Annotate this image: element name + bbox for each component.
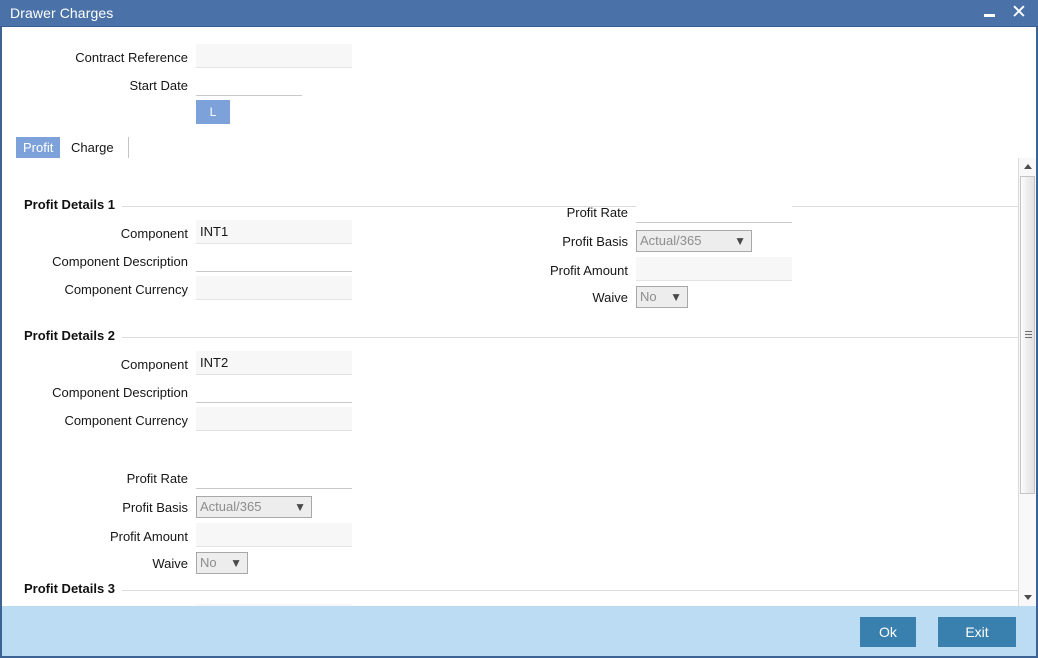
close-icon: ✕ <box>1011 2 1027 23</box>
g1-component-currency-label: Component Currency <box>64 282 188 297</box>
section-rule <box>122 328 1018 338</box>
g2-waive-select[interactable]: No ▼ <box>196 552 248 574</box>
start-date-input[interactable] <box>196 72 302 96</box>
chevron-down-icon: ▼ <box>734 234 746 248</box>
triangle-down-icon <box>1024 595 1032 600</box>
contract-reference-label: Contract Reference <box>75 50 188 65</box>
vertical-scrollbar[interactable] <box>1018 158 1036 606</box>
footer-bar: Ok Exit <box>2 606 1036 656</box>
g1-component-description-label: Component Description <box>52 254 188 269</box>
section-header-profit-details-2: Profit Details 2 <box>24 328 1018 346</box>
g2-waive-label: Waive <box>152 556 188 571</box>
g1-component-label: Component <box>120 226 188 241</box>
g1-profit-basis-value: Actual/365 <box>640 233 702 248</box>
calendar-icon-button[interactable]: L <box>196 100 230 124</box>
g2-waive-value: No <box>200 555 217 570</box>
g1-component-description-input[interactable] <box>196 248 352 272</box>
g1-profit-basis-label: Profit Basis <box>562 234 628 249</box>
tab-charge[interactable]: Charge <box>63 137 121 158</box>
scroll-down-arrow-icon[interactable] <box>1019 589 1036 606</box>
g1-profit-rate-input[interactable] <box>636 199 792 223</box>
window-titlebar: Drawer Charges ✕ <box>0 0 1038 27</box>
scroll-up-arrow-icon[interactable] <box>1019 158 1036 175</box>
chevron-down-icon: ▼ <box>670 290 682 304</box>
window-title: Drawer Charges <box>10 5 114 21</box>
g1-profit-amount-label: Profit Amount <box>549 263 628 278</box>
g1-profit-amount-input[interactable] <box>636 257 792 281</box>
g1-waive-select[interactable]: No ▼ <box>636 286 688 308</box>
scrollbar-thumb[interactable] <box>1020 176 1035 494</box>
exit-button[interactable]: Exit <box>938 617 1016 647</box>
minimize-button[interactable] <box>978 2 1000 24</box>
section-rule <box>122 581 1018 591</box>
form-body: Contract Reference Start Date L Profit C… <box>2 27 1036 606</box>
g2-component-currency-input[interactable] <box>196 407 352 431</box>
section-title: Profit Details 1 <box>24 197 116 212</box>
tab-profit[interactable]: Profit <box>16 137 61 158</box>
tabstrip: Profit Charge <box>16 137 130 158</box>
g2-component-input[interactable] <box>196 351 352 375</box>
ok-button[interactable]: Ok <box>860 617 916 647</box>
g2-profit-basis-select[interactable]: Actual/365 ▼ <box>196 496 312 518</box>
scrollbar-grip-icon <box>1025 331 1032 339</box>
g2-profit-amount-label: Profit Amount <box>109 529 188 544</box>
g2-profit-rate-input[interactable] <box>196 465 352 489</box>
triangle-up-icon <box>1024 164 1032 169</box>
g1-waive-value: No <box>640 289 657 304</box>
drawer-charges-window: Drawer Charges ✕ Contract Reference Star… <box>0 0 1038 658</box>
chevron-down-icon: ▼ <box>230 556 242 570</box>
close-button[interactable]: ✕ <box>1008 2 1030 24</box>
section-title: Profit Details 2 <box>24 328 116 343</box>
section-header-profit-details-3: Profit Details 3 <box>24 581 1018 599</box>
g1-profit-basis-select[interactable]: Actual/365 ▼ <box>636 230 752 252</box>
minimize-icon <box>983 14 995 17</box>
profit-details-scroll-pane: Profit Details 1 Component Component Des… <box>2 158 1036 606</box>
g1-component-currency-input[interactable] <box>196 276 352 300</box>
g2-component-label: Component <box>120 357 188 372</box>
chevron-down-icon: ▼ <box>294 500 306 514</box>
g2-component-currency-label: Component Currency <box>64 413 188 428</box>
g1-profit-rate-label: Profit Rate <box>566 205 628 220</box>
g2-profit-rate-label: Profit Rate <box>126 471 188 486</box>
contract-reference-input[interactable] <box>196 44 352 68</box>
g2-component-description-label: Component Description <box>52 385 188 400</box>
profit-details-content: Profit Details 1 Component Component Des… <box>2 158 1018 606</box>
g2-component-description-input[interactable] <box>196 379 352 403</box>
g1-waive-label: Waive <box>592 290 628 305</box>
tab-divider <box>128 137 130 158</box>
g2-profit-basis-label: Profit Basis <box>122 500 188 515</box>
g2-profit-basis-value: Actual/365 <box>200 499 262 514</box>
g1-component-input[interactable] <box>196 220 352 244</box>
section-title: Profit Details 3 <box>24 581 116 596</box>
start-date-label: Start Date <box>129 78 188 93</box>
g2-profit-amount-input[interactable] <box>196 523 352 547</box>
